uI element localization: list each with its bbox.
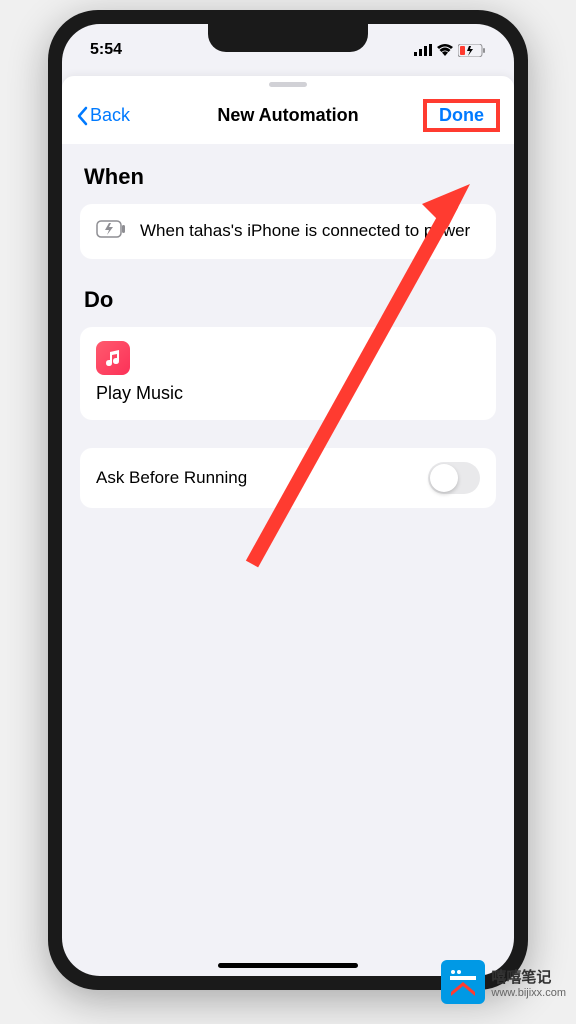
watermark-name: 嘻嘻笔记 xyxy=(491,966,566,987)
charging-icon xyxy=(96,220,126,243)
sheet-grabber xyxy=(269,82,307,87)
ask-before-running-toggle[interactable] xyxy=(428,462,480,494)
watermark-logo-icon xyxy=(441,960,485,1004)
status-icons xyxy=(414,44,486,57)
do-action-card[interactable]: Play Music xyxy=(80,327,496,420)
cellular-icon xyxy=(414,44,432,56)
sheet-handle[interactable] xyxy=(62,76,514,91)
back-label: Back xyxy=(90,105,130,126)
music-app-icon xyxy=(96,341,130,375)
when-section-header: When xyxy=(80,164,496,190)
content-area: When When tahas's iPhone is connected to… xyxy=(62,144,514,556)
when-condition-text: When tahas's iPhone is connected to powe… xyxy=(140,220,470,242)
toggle-knob xyxy=(430,464,458,492)
wifi-icon xyxy=(437,44,453,56)
chevron-left-icon xyxy=(76,106,88,126)
ask-before-running-label: Ask Before Running xyxy=(96,468,247,488)
page-title: New Automation xyxy=(217,105,358,126)
do-action-label: Play Music xyxy=(96,383,480,404)
phone-screen: 5:54 Back New Automation Done When xyxy=(62,24,514,976)
watermark-url: www.bijixx.com xyxy=(491,987,566,999)
when-condition-card[interactable]: When tahas's iPhone is connected to powe… xyxy=(80,204,496,259)
phone-notch xyxy=(208,24,368,52)
do-section-header: Do xyxy=(80,287,496,313)
back-button[interactable]: Back xyxy=(76,105,130,126)
watermark: 嘻嘻笔记 www.bijixx.com xyxy=(441,960,566,1004)
status-time: 5:54 xyxy=(90,41,122,59)
home-indicator[interactable] xyxy=(218,963,358,968)
watermark-text: 嘻嘻笔记 www.bijixx.com xyxy=(491,966,566,999)
done-button[interactable]: Done xyxy=(429,99,494,131)
battery-low-icon xyxy=(458,44,486,57)
navigation-bar: Back New Automation Done xyxy=(62,91,514,144)
phone-frame: 5:54 Back New Automation Done When xyxy=(48,10,528,990)
ask-before-running-row: Ask Before Running xyxy=(80,448,496,508)
done-highlight-annotation: Done xyxy=(423,99,500,132)
